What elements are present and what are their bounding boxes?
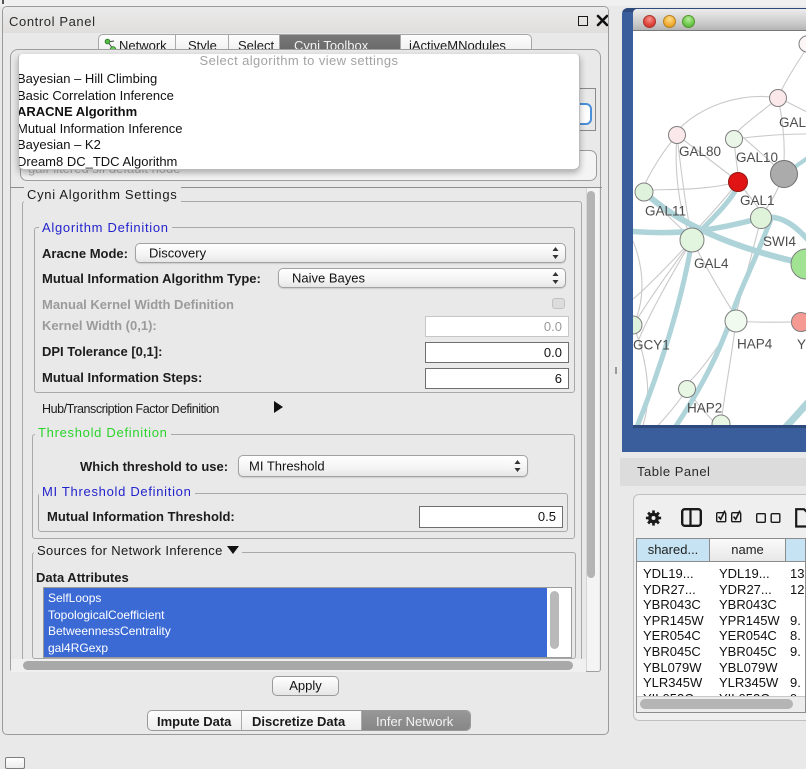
svg-text:HAP4: HAP4 [737, 337, 773, 352]
svg-text:GAL10: GAL10 [736, 150, 778, 165]
svg-text:GAL2: GAL2 [779, 115, 806, 130]
svg-text:GAL4: GAL4 [694, 256, 729, 271]
svg-text:HAP2: HAP2 [687, 401, 722, 416]
svg-text:GAL80: GAL80 [679, 144, 721, 159]
svg-text:GCY1: GCY1 [633, 338, 670, 353]
svg-text:GAL11: GAL11 [645, 204, 686, 219]
svg-text:SWI4: SWI4 [763, 234, 796, 249]
svg-text:GAL1: GAL1 [740, 193, 775, 208]
svg-text:Y: Y [797, 337, 806, 352]
